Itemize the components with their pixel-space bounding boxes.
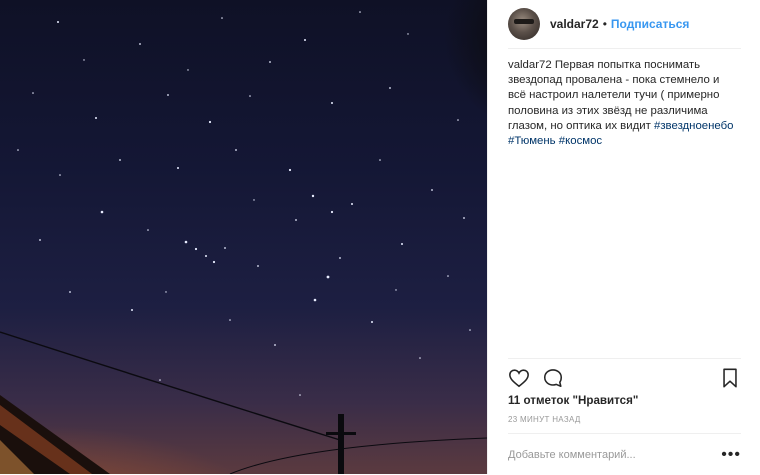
hashtag-link[interactable]: #Тюмень (508, 135, 556, 147)
heart-icon[interactable] (508, 367, 530, 389)
bookmark-icon[interactable] (719, 367, 741, 389)
hashtag-link[interactable]: #звездноенебо (654, 120, 734, 132)
power-line (0, 331, 341, 441)
likes-number: 11 (508, 394, 521, 407)
hashtag-link[interactable]: #космос (559, 135, 602, 147)
comment-form: ••• (508, 433, 741, 475)
separator-dot: • (602, 17, 607, 31)
post-photo[interactable] (0, 0, 487, 474)
username-link[interactable]: valdar72 (550, 17, 599, 31)
comment-input[interactable] (508, 448, 708, 461)
likes-word: отметок (523, 394, 570, 407)
post-side-panel: valdar72 • Подписаться valdar72 Первая п… (487, 0, 760, 474)
night-sky-image (0, 11, 487, 474)
stars (17, 11, 471, 396)
post-header: valdar72 • Подписаться (508, 0, 741, 49)
avatar[interactable] (508, 8, 540, 40)
likes-label: "Нравится" (572, 394, 639, 407)
post-actions (508, 358, 741, 397)
utility-pole-crossbar (326, 432, 356, 435)
likes-count[interactable]: 11 отметок "Нравится" (508, 394, 638, 407)
power-line-2 (229, 437, 487, 474)
comment-bubble-icon[interactable] (542, 367, 564, 389)
more-options-icon[interactable]: ••• (721, 446, 741, 462)
post-caption: valdar72 Первая попытка поснимать звездо… (508, 58, 736, 149)
caption-username[interactable]: valdar72 (508, 59, 552, 71)
follow-button[interactable]: Подписаться (611, 17, 689, 31)
post-timestamp[interactable]: 23 МИНУТ НАЗАД (508, 415, 581, 424)
utility-pole (338, 414, 344, 474)
